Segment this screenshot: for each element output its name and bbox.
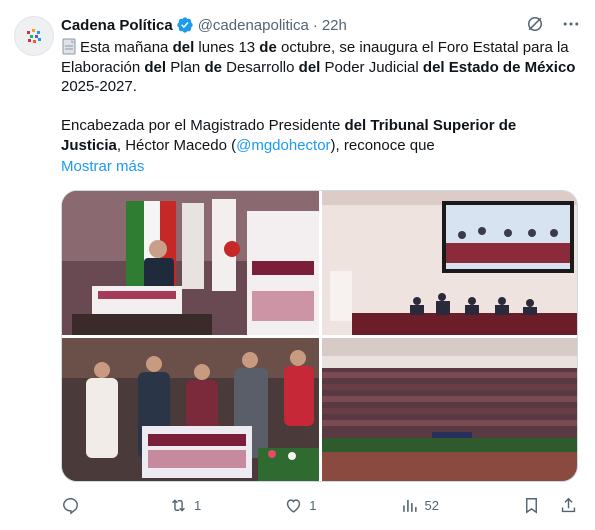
views-chart-icon [402,499,417,512]
photo-auditorium-image [322,191,577,335]
text-span: Elaboración [61,58,145,76]
bold-span: de [259,39,277,56]
avatar[interactable] [14,16,54,56]
text-span: Encabezada por el Magistrado Presidente [61,117,345,134]
account-name[interactable]: Cadena Política [61,17,173,34]
text-line: Esta mañana del lunes 13 de octubre, se … [61,38,576,58]
text-span: lunes 13 [194,39,260,56]
bold-span: del [172,39,195,56]
repost-count: 1 [194,497,202,513]
separator-dot: · [312,16,318,34]
photo-auditorium-screen[interactable] [322,191,577,335]
show-more-link[interactable]: Mostrar más [61,158,144,175]
tweet-text: Esta mañana del lunes 13 de octubre, se … [61,38,576,155]
bookmark-icon[interactable] [522,496,541,515]
right-actions [522,496,578,515]
bold-span: del Tribunal Superior de [344,117,517,134]
account-handle[interactable]: @cadenapolitica [198,17,309,34]
text-span: Esta mañana [80,39,173,56]
like-count: 1 [309,497,317,513]
bold-span: de [204,58,222,76]
text-line: Justicia, Héctor Macedo (@mgdohector), r… [61,136,576,156]
reply-button[interactable] [61,496,86,515]
photo-group-standing[interactable] [62,338,319,481]
grok-icon[interactable] [525,14,545,34]
text-span: Plan [166,58,205,76]
bold-span: Justicia [61,136,117,154]
bold-span: del [298,58,321,76]
mention-link[interactable]: @mgdohector [236,137,330,154]
text-line: Encabezada por el Magistrado Presidente … [61,116,576,136]
bold-span: del [144,58,167,76]
action-bar: 1 1 52 [61,494,578,516]
top-actions [525,14,581,34]
verified-badge-icon [177,17,193,33]
views-button[interactable]: 52 [400,496,439,515]
share-icon[interactable] [559,496,578,515]
reply-icon [63,497,78,515]
photo-audience[interactable] [322,338,577,481]
text-span: , Héctor Macedo ( [116,136,237,154]
text-line: Elaboración del Plan de Desarrollo del P… [61,58,576,78]
text-span: Poder Judicial [320,58,423,76]
tweet-card[interactable]: Cadena Política @cadenapolitica · 22h Es… [0,0,595,530]
cadena-politica-logo-icon [27,29,41,43]
photo-group-image [62,338,319,481]
photo-podium[interactable] [62,191,319,335]
photo-audience-image [322,338,577,481]
text-span: octubre, se inaugura el Foro Estatal par… [276,39,569,56]
repost-icon [172,498,185,512]
document-emoji-icon [62,38,76,55]
media-grid [61,190,578,482]
tweet-header: Cadena Política @cadenapolitica · 22h [61,14,347,36]
like-button[interactable]: 1 [284,496,317,515]
text-span: Desarrollo [221,58,299,76]
timestamp[interactable]: 22h [322,17,347,34]
heart-icon [287,498,301,513]
views-count: 52 [424,497,439,513]
photo-podium-image [62,191,319,335]
text-line: 2025-2027. [61,78,137,95]
more-options-icon[interactable] [561,14,581,34]
bold-span: del Estado de México [422,58,576,76]
repost-button[interactable]: 1 [169,496,201,515]
text-span: ), reconoce que [330,136,435,154]
